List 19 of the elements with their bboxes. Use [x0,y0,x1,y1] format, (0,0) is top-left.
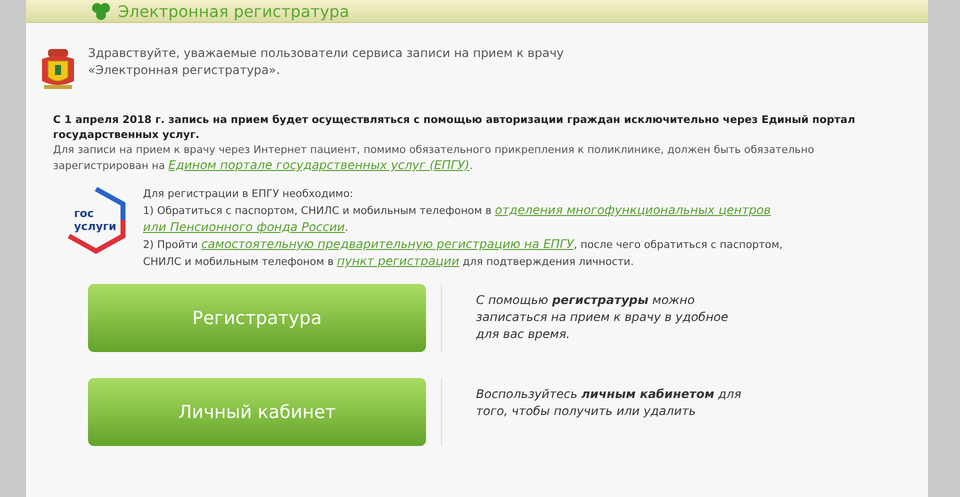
notice-text: Для записи на прием к врачу через Интернет пациент, помимо обязательного прикрепления к поликлинике, должен быть обязательно зарегистрирован на Едином портале государственных услуг (ЕПГУ). [53,143,816,174]
instruction-step: 2) Пройти самостоятельную предварительную регистрацию на ЕПГУ, после чего обратиться с паспортом, СНИЛС и мобильным телефоном в пункт регистрации для подтверждения личности. [143,236,823,270]
instructions-heading: Для регистрации в ЕПГУ необходимо: [143,187,354,202]
description-text: Воспользуйтесь личным кабинетом для того, чтобы получить или удалить [476,386,742,420]
instruction-step: 1) Обратиться с паспортом, СНИЛС и мобильным телефоном в отделения многофункциональных центров или Пенсионного фонда России. [143,202,823,236]
link[interactable]: отделения многофункциональных центров [494,203,771,217]
logo-text: услуги [74,220,116,233]
menu-button[interactable]: Личный кабинет [88,378,426,446]
site-title: Электронная регистратура [118,2,350,20]
notice-heading: С 1 апреля 2018 г. запись на прием будет осуществляться с помощью авторизации граждан исключительно через Единый портал государственных услуг. [53,113,856,143]
logo-text: гос [74,207,95,220]
link[interactable]: пункт регистрации [337,254,460,268]
greeting-text: Здравствуйте, уважаемые пользователи сервиса записи на прием к врачу «Электронная регистратура». [88,45,565,79]
link[interactable]: самостоятельную предварительную регистрацию на ЕПГУ [201,237,574,251]
link[interactable]: Едином портале государственных услуг (ЕПГУ) [168,158,470,172]
link[interactable]: или Пенсионного фонда России [143,220,345,234]
clover-icon [90,2,112,20]
menu-button[interactable]: Регистратура [88,284,426,352]
description-text: С помощью регистратуры можно записаться на прием к врачу в удобное для вас время. [476,292,730,343]
